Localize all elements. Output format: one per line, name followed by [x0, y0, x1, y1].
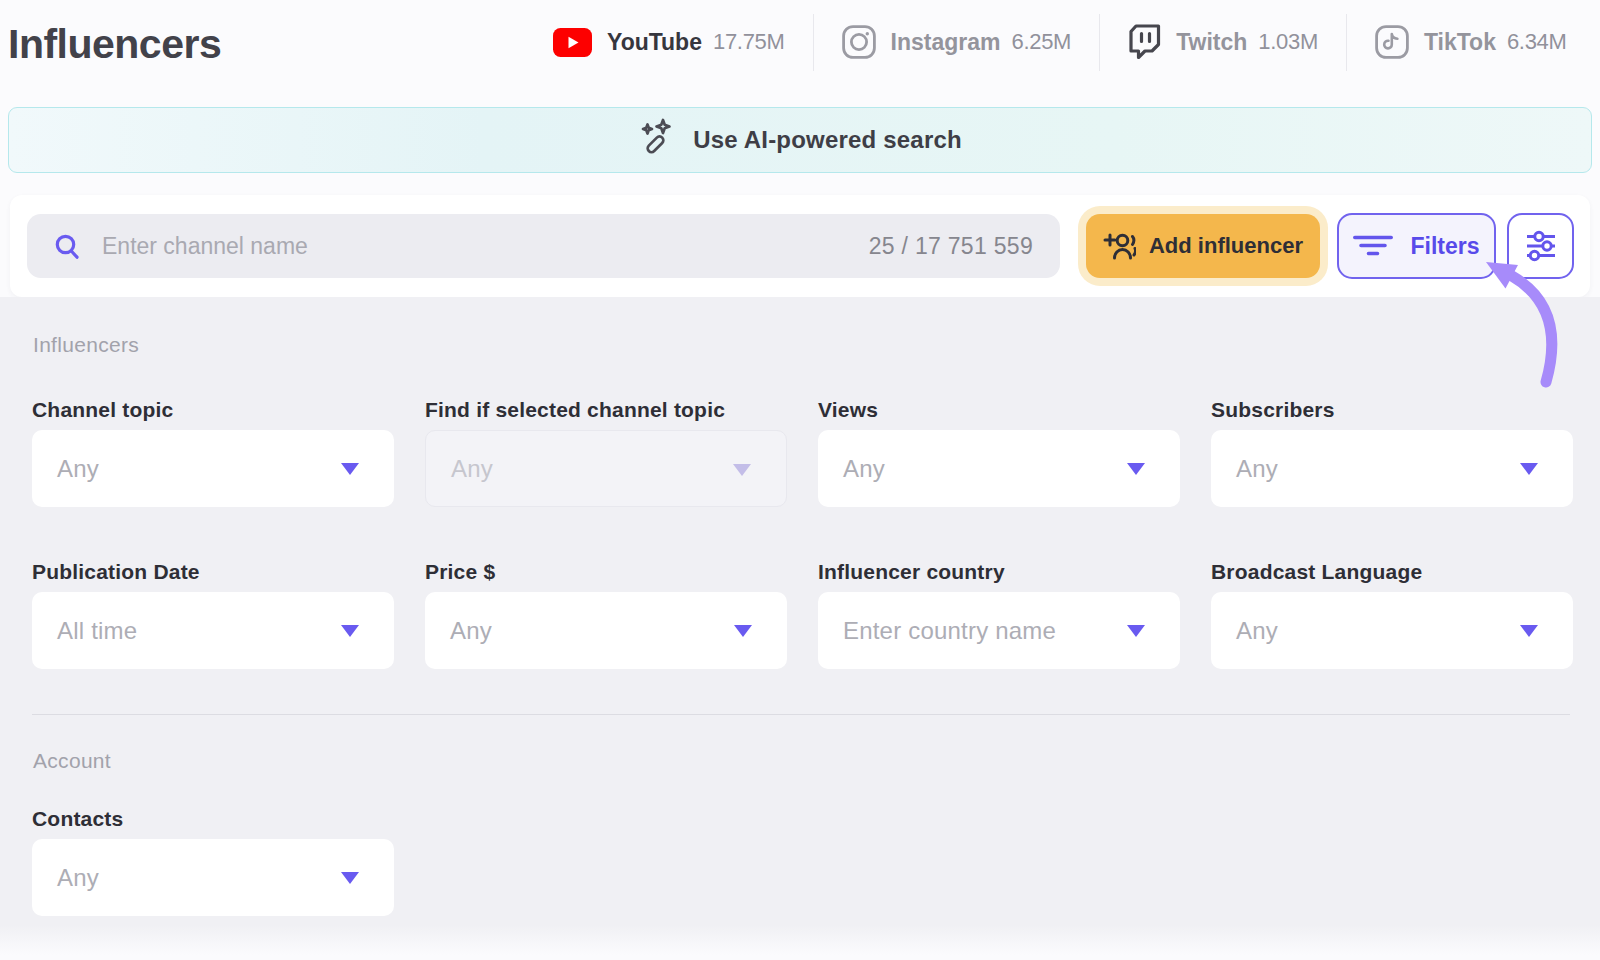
youtube-icon — [553, 28, 592, 57]
add-influencer-label: Add influencer — [1149, 233, 1303, 259]
platform-name: TikTok — [1424, 29, 1496, 56]
price-select[interactable]: Any — [425, 592, 787, 669]
filter-label: Publication Date — [32, 561, 394, 583]
instagram-icon — [842, 25, 876, 59]
tab-divider — [1099, 14, 1100, 71]
influencer-country-select[interactable]: Enter country name — [818, 592, 1180, 669]
filter-field-contacts: Contacts Any — [32, 808, 394, 916]
tab-divider — [813, 14, 814, 71]
tab-divider — [1346, 14, 1347, 71]
add-user-icon — [1103, 232, 1136, 260]
chevron-down-icon — [341, 463, 359, 475]
select-value: Any — [1236, 455, 1278, 483]
filter-field-publication-date: Publication Date All time — [32, 561, 394, 669]
tab-youtube[interactable]: YouTube 17.75M — [553, 28, 785, 57]
views-select[interactable]: Any — [818, 430, 1180, 507]
add-influencer-button[interactable]: Add influencer — [1086, 214, 1320, 278]
filter-field-channel-topic: Channel topic Any — [32, 399, 394, 507]
select-value: Any — [1236, 617, 1278, 645]
influencers-page: Influencers YouTube 17.75M Instagram 6.25M T… — [0, 0, 1600, 960]
platform-count: 17.75M — [713, 29, 785, 55]
contacts-select[interactable]: Any — [32, 839, 394, 916]
publication-date-select[interactable]: All time — [32, 592, 394, 669]
filter-label: Price $ — [425, 561, 787, 583]
filters-button[interactable]: Filters — [1337, 213, 1496, 279]
platform-name: Twitch — [1176, 29, 1247, 56]
tab-instagram[interactable]: Instagram 6.25M — [842, 25, 1072, 59]
search-input[interactable] — [102, 233, 848, 260]
filter-lines-icon — [1353, 235, 1393, 257]
platform-tabs: YouTube 17.75M Instagram 6.25M Twitch 1.03M Ti… — [553, 0, 1567, 84]
select-value: Any — [57, 864, 99, 892]
chevron-down-icon — [1520, 463, 1538, 475]
ai-search-banner[interactable]: Use AI-powered search — [8, 107, 1592, 173]
chevron-down-icon — [341, 872, 359, 884]
platform-name: Instagram — [891, 29, 1001, 56]
filter-field-views: Views Any — [818, 399, 1180, 507]
chevron-down-icon — [1127, 463, 1145, 475]
chevron-down-icon — [1520, 625, 1538, 637]
filter-label: Subscribers — [1211, 399, 1573, 421]
filter-label: Influencer country — [818, 561, 1180, 583]
platform-count: 6.25M — [1012, 29, 1072, 55]
filter-field-find-if-selected-channel-topic: Find if selected channel topic Any — [425, 399, 787, 507]
search-icon — [54, 233, 81, 260]
tab-twitch[interactable]: Twitch 1.03M — [1128, 24, 1318, 61]
twitch-icon — [1128, 24, 1161, 61]
channel-topic-select[interactable]: Any — [32, 430, 394, 507]
select-value: All time — [57, 617, 137, 645]
filter-label: Find if selected channel topic — [425, 399, 787, 421]
magic-wand-icon — [638, 118, 676, 162]
platform-count: 1.03M — [1258, 29, 1318, 55]
sliders-icon — [1524, 229, 1558, 263]
platform-count: 6.34M — [1507, 29, 1567, 55]
filter-label: Broadcast Language — [1211, 561, 1573, 583]
section-divider — [32, 714, 1570, 715]
filter-grid: Channel topicAnyFind if selected channel… — [32, 399, 1573, 669]
find-if-selected-channel-topic-select[interactable]: Any — [425, 430, 787, 507]
select-value: Enter country name — [843, 617, 1056, 645]
filter-field-influencer-country: Influencer country Enter country name — [818, 561, 1180, 669]
filter-field-broadcast-language: Broadcast Language Any — [1211, 561, 1573, 669]
subscribers-select[interactable]: Any — [1211, 430, 1573, 507]
broadcast-language-select[interactable]: Any — [1211, 592, 1573, 669]
filters-panel: Influencers Channel topicAnyFind if sele… — [0, 297, 1600, 925]
filter-label: Contacts — [32, 808, 394, 830]
filter-field-subscribers: Subscribers Any — [1211, 399, 1573, 507]
tiktok-icon — [1375, 25, 1409, 59]
chevron-down-icon — [1127, 625, 1145, 637]
chevron-down-icon — [734, 625, 752, 637]
filter-settings-button[interactable] — [1507, 213, 1574, 279]
chevron-down-icon — [341, 625, 359, 637]
select-value: Any — [843, 455, 885, 483]
filter-label: Channel topic — [32, 399, 394, 421]
channel-search-box[interactable]: 25 / 17 751 559 — [27, 214, 1060, 278]
filter-field-price: Price $ Any — [425, 561, 787, 669]
section-label-account: Account — [33, 749, 111, 773]
search-toolbar: 25 / 17 751 559 Add influencer Filters — [10, 195, 1590, 297]
select-value: Any — [57, 455, 99, 483]
platform-name: YouTube — [607, 29, 702, 56]
ai-banner-label: Use AI-powered search — [693, 126, 962, 154]
select-value: Any — [451, 455, 493, 483]
section-label-influencers: Influencers — [33, 333, 139, 357]
page-title: Influencers — [8, 21, 221, 68]
filters-label: Filters — [1410, 233, 1479, 260]
filter-label: Views — [818, 399, 1180, 421]
tab-tiktok[interactable]: TikTok 6.34M — [1375, 25, 1567, 59]
chevron-down-icon — [733, 464, 751, 476]
contacts-field-holder: Contacts Any — [32, 808, 394, 916]
select-value: Any — [450, 617, 492, 645]
result-counter: 25 / 17 751 559 — [869, 233, 1033, 260]
